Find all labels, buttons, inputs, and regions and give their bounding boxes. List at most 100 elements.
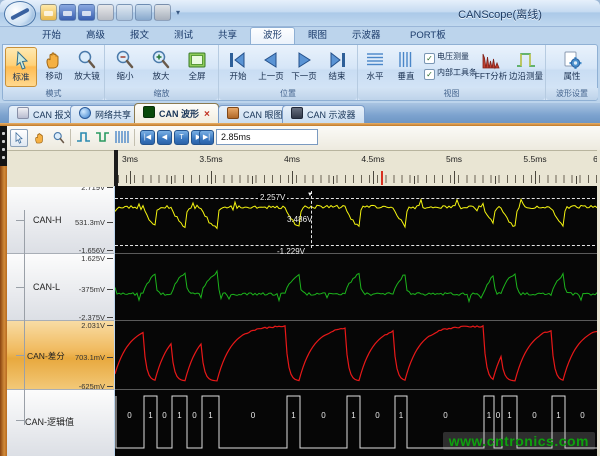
go-last-button[interactable]: 结束 xyxy=(321,47,353,87)
rising-edge-button[interactable] xyxy=(76,129,94,147)
pan-tool-button[interactable] xyxy=(31,129,49,147)
doc-tab-can-waveform[interactable]: CAN 波形× xyxy=(134,103,219,124)
logic-bit-label: 1 xyxy=(291,411,295,420)
lower-voltage-cursor-line[interactable] xyxy=(115,245,600,246)
properties-gear-icon xyxy=(561,49,583,71)
save-as-icon[interactable] xyxy=(78,4,95,21)
ruler-major-tick xyxy=(414,176,415,184)
inner-toolbar-checkbox[interactable]: ✓内部工具条 xyxy=(424,67,477,78)
channel-name-can-l[interactable]: CAN-L xyxy=(33,282,60,292)
channel-sidebar: CAN-H CAN-L CAN-差分 CAN-逻辑值 2.719V 531.3m… xyxy=(7,150,114,456)
waveform-display-area[interactable]: 0101010101010101010 2.257V 3.486V -1.229… xyxy=(115,186,600,456)
logic-bit-label: 0 xyxy=(443,411,447,420)
save-icon[interactable] xyxy=(59,4,76,21)
ribbon: 标准 移动 放大镜 模式 缩小 放大 全屏 xyxy=(2,44,598,101)
nav-prev-button[interactable]: ◀ xyxy=(157,130,172,145)
ruler-major-tick xyxy=(576,176,577,184)
zoom-in-icon xyxy=(150,49,172,71)
ribbon-tab-advanced[interactable]: 高级 xyxy=(74,27,117,44)
ruler-major-tick xyxy=(171,176,172,184)
ruler-label: 3.5ms xyxy=(199,154,222,164)
next-page-button[interactable]: 下一页 xyxy=(288,47,320,87)
qat-more-icon[interactable]: ▾ xyxy=(176,8,180,17)
fft-analysis-button[interactable]: FFT分析 xyxy=(474,47,508,87)
message-doc-icon xyxy=(17,107,29,119)
vertical-button[interactable]: 垂直 xyxy=(391,47,421,87)
ribbon-tab-test[interactable]: 测试 xyxy=(162,27,205,44)
magnifier-icon xyxy=(52,131,66,145)
pin-icon[interactable] xyxy=(97,4,114,21)
ruler-major-tick xyxy=(535,171,536,184)
logic-bit-label: 0 xyxy=(580,411,584,420)
ribbon-tab-share[interactable]: 共享 xyxy=(206,27,249,44)
nav-time-button[interactable]: T xyxy=(174,130,189,145)
panel-divider xyxy=(115,389,600,390)
comb-view-button[interactable] xyxy=(114,129,132,147)
falling-edge-button[interactable] xyxy=(95,129,113,147)
zoom-out-button[interactable]: 缩小 xyxy=(109,47,141,87)
channel-name-can-diff[interactable]: CAN-差分 xyxy=(27,350,65,362)
time-position-input[interactable] xyxy=(216,129,318,145)
ribbon-tab-port[interactable]: PORT板 xyxy=(398,27,458,44)
channel-name-can-logic[interactable]: CAN-逻辑值 xyxy=(25,415,74,428)
group-caption-wave-settings: 波形设置 xyxy=(546,88,598,100)
ruler-time-cursor[interactable] xyxy=(381,171,383,185)
cursor-arrow-icon xyxy=(11,50,33,72)
ruler-major-tick xyxy=(211,171,212,184)
window-title: CANScope(离线) xyxy=(410,6,590,22)
time-ruler[interactable]: 3ms 3.5ms 4ms 4.5ms 5ms 5.5ms 6m xyxy=(118,150,600,186)
layout-grid-icon[interactable] xyxy=(116,4,133,21)
prev-page-button[interactable]: 上一页 xyxy=(255,47,287,87)
waveform-toolbar: |◀ ◀ T ▶ ▶| xyxy=(0,126,600,151)
left-accent-strip xyxy=(0,150,7,456)
doc-tab-can-scope[interactable]: CAN 示波器 xyxy=(282,105,365,124)
channel-name-can-h[interactable]: CAN-H xyxy=(33,215,62,225)
close-tab-icon[interactable]: × xyxy=(204,109,210,120)
can-diff-waveform xyxy=(115,320,600,389)
group-caption-view: 视图 xyxy=(358,88,545,100)
nav-last-button[interactable]: ▶| xyxy=(199,130,214,145)
logic-bit-label: 0 xyxy=(251,411,255,420)
panel-grip[interactable] xyxy=(0,126,7,166)
group-caption-mode: 模式 xyxy=(3,88,104,100)
standard-mode-button[interactable]: 标准 xyxy=(5,47,37,87)
logic-bit-label: 0 xyxy=(127,411,131,420)
ribbon-tab-eye[interactable]: 眼图 xyxy=(296,27,339,44)
scale-value: -625mV xyxy=(79,382,105,391)
ribbon-tab-start[interactable]: 开始 xyxy=(30,27,73,44)
app-logo-icon[interactable] xyxy=(4,1,36,27)
window-icon[interactable] xyxy=(135,4,152,21)
ruler-major-tick xyxy=(373,171,374,184)
ribbon-tab-waveform[interactable]: 波形 xyxy=(250,27,295,45)
voltage-measure-checkbox[interactable]: ✓电压测量 xyxy=(424,51,469,62)
doc-tab-can-eye[interactable]: CAN 眼图 xyxy=(218,105,292,124)
select-tool-button[interactable] xyxy=(10,129,28,147)
properties-button[interactable]: 属性 xyxy=(555,47,589,87)
move-mode-button[interactable]: 移动 xyxy=(38,47,70,87)
ribbon-tab-message[interactable]: 报文 xyxy=(118,27,161,44)
nav-first-button[interactable]: |◀ xyxy=(140,130,155,145)
ribbon-group-zoom: 缩小 放大 全屏 缩放 xyxy=(105,45,219,100)
edge-measure-button[interactable]: 边沿测量 xyxy=(508,47,544,87)
logic-bit-label: 1 xyxy=(208,411,212,420)
ruler-major-tick xyxy=(454,171,455,184)
logic-bit-label: 1 xyxy=(148,411,152,420)
horizontal-button[interactable]: 水平 xyxy=(360,47,390,87)
go-first-button[interactable]: 开始 xyxy=(222,47,254,87)
magnifier-mode-button[interactable]: 放大镜 xyxy=(71,47,103,87)
cursor-arrow-icon xyxy=(13,132,25,144)
upper-voltage-cursor-line[interactable] xyxy=(115,198,600,199)
logic-bit-label: 1 xyxy=(507,411,511,420)
ruler-major-tick xyxy=(495,176,496,184)
zoom-in-button[interactable]: 放大 xyxy=(145,47,177,87)
logic-bit-label: 1 xyxy=(556,411,560,420)
ruler-label: 4ms xyxy=(284,154,300,164)
fullscreen-button[interactable]: 全屏 xyxy=(181,47,213,87)
zoom-tool-button[interactable] xyxy=(50,129,68,147)
group-caption-zoom: 缩放 xyxy=(105,88,218,100)
doc-tab-network-share[interactable]: 网络共享 xyxy=(70,105,140,124)
fullscreen-icon xyxy=(186,49,208,71)
snapshot-icon[interactable] xyxy=(154,4,171,21)
ribbon-tab-scope[interactable]: 示波器 xyxy=(340,27,393,44)
open-file-icon[interactable] xyxy=(40,4,57,21)
